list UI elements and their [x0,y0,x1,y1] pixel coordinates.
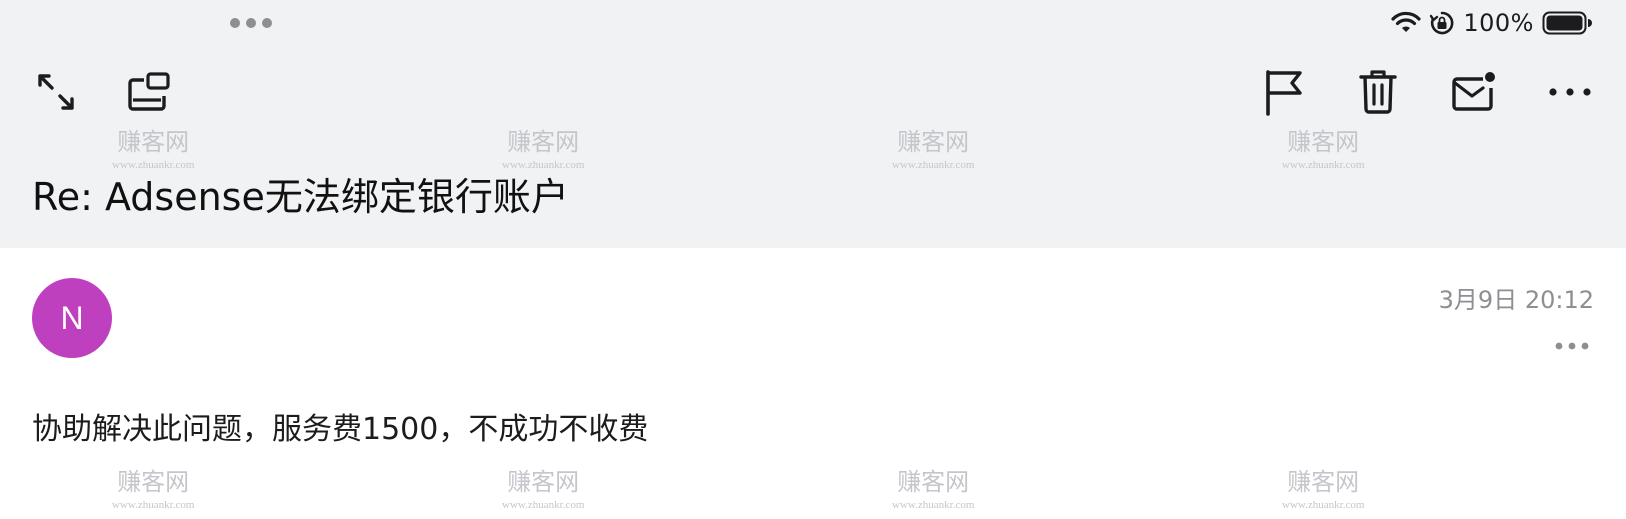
watermark: 赚客网 www.zhuankr.com [892,468,975,511]
watermark: 赚客网 www.zhuankr.com [1282,468,1365,511]
message-more-button[interactable] [1550,334,1594,358]
status-indicators: 100% [1391,8,1592,38]
expand-icon [38,74,74,110]
watermark: 赚客网 www.zhuankr.com [112,468,195,511]
mail-unread-icon [1452,72,1495,111]
more-icon [1555,342,1589,350]
battery-icon [1542,11,1592,35]
email-subject: Re: Adsense无法绑定银行账户 [32,175,569,219]
sender-initial: N [60,299,84,336]
email-date: 3月9日 20:12 [1438,286,1594,314]
email-body: 协助解决此问题，服务费1500，不成功不收费 [32,412,649,447]
more-button[interactable] [1546,68,1594,116]
wifi-icon [1391,11,1421,32]
battery-percentage: 100% [1463,9,1534,37]
multitasking-handle[interactable] [230,18,272,28]
trash-icon [1359,70,1397,114]
flag-button[interactable] [1260,68,1308,116]
mark-unread-button[interactable] [1450,68,1498,116]
status-bar: 100% [0,0,1626,46]
new-window-button[interactable] [126,68,174,116]
sender-avatar[interactable]: N [32,278,112,358]
flag-icon [1266,70,1302,116]
orientation-lock-icon [1430,11,1454,35]
mail-header: 100% Re: Adsense无法绑定银行账户 [0,0,1626,248]
more-icon [1549,88,1591,96]
watermark: 赚客网 www.zhuankr.com [502,468,585,511]
window-icon [128,72,170,111]
expand-button[interactable] [32,68,80,116]
delete-button[interactable] [1354,68,1402,116]
